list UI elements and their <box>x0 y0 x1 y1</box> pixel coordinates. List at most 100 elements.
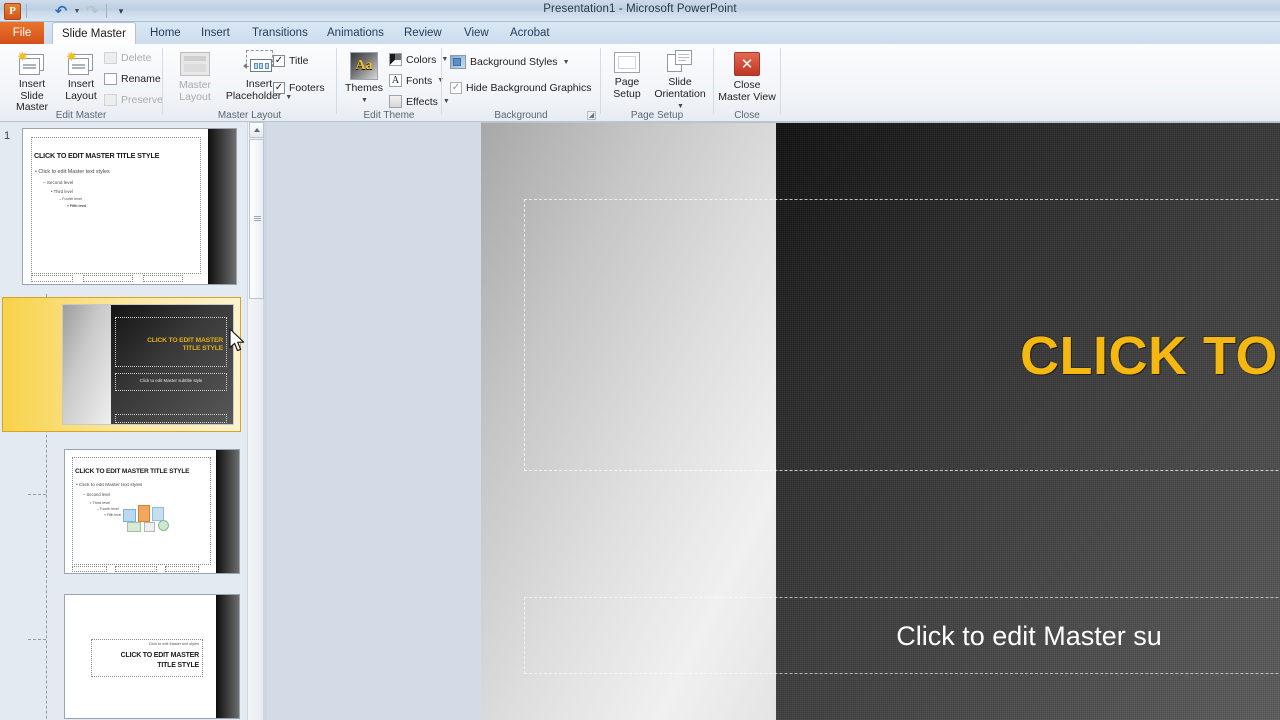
chart-icon <box>138 505 150 522</box>
tab-insert[interactable]: Insert <box>192 22 239 44</box>
thumbnail-card-2[interactable]: CLICK TO EDIT MASTER TITLE STYLE Click to… <box>62 304 234 425</box>
ribbon-group-close: ✕ Close Master View Close <box>714 44 780 122</box>
insert-placeholder-icon <box>242 50 276 76</box>
colors-label: Colors <box>406 53 437 66</box>
preserve-master-button[interactable]: Preserve <box>104 94 163 106</box>
subtitle-placeholder-text: Click to edit Master su <box>896 620 1162 651</box>
mini-bullet-4: – Fourth level <box>97 507 119 511</box>
title-placeholder-text: CLICK TO EDIT MATITLE <box>1020 326 1279 386</box>
rename-icon <box>104 73 117 85</box>
mini-title-text: CLICK TO EDIT MASTER TITLE STYLE <box>147 337 223 353</box>
scroll-up-button[interactable] <box>249 122 264 138</box>
thumbnail-card-4[interactable]: Click to edit Master text styles CLICK T… <box>64 594 240 719</box>
footers-checkbox[interactable]: ✓ Footers <box>273 82 325 94</box>
master-layout-icon <box>180 52 210 76</box>
page-setup-button[interactable]: Page Setup <box>607 52 647 100</box>
mini-dark-strip <box>216 450 239 573</box>
title-bar: P ↶ ▼ ↷ ▾ Presentation1 - Microsoft Powe… <box>0 0 1280 22</box>
title-placeholder[interactable]: CLICK TO EDIT MATITLE <box>524 199 1280 471</box>
insert-slide-master-button[interactable]: ✷ Insert Slide Master <box>6 50 58 114</box>
mini-subtitle-text: Click to edit Master subtitle style <box>139 378 203 383</box>
slide-canvas[interactable]: CLICK TO EDIT MATITLE Click to edit Mast… <box>481 122 1280 720</box>
tab-animations[interactable]: Animations <box>318 22 393 44</box>
fonts-icon: A <box>389 74 402 87</box>
checkbox-checked-icon: ✓ <box>450 82 462 94</box>
subtitle-placeholder[interactable]: Click to edit Master su <box>524 597 1280 674</box>
mini-bullet-2: – Second level <box>83 492 111 497</box>
scrollbar-grip-icon <box>254 216 261 222</box>
mini-bullet-2: – Second level <box>43 180 74 185</box>
title-checkbox[interactable]: ✓ Title <box>273 55 308 67</box>
mini-gradient-strip <box>63 305 111 424</box>
content-icons-cluster <box>123 505 175 533</box>
slide-orientation-button[interactable]: Slide Orientation ▼ <box>649 50 711 113</box>
theme-colors-button[interactable]: Colors ▼ <box>389 53 448 66</box>
table-icon <box>123 509 136 522</box>
slide-editor-area[interactable]: CLICK TO EDIT MATITLE Click to edit Mast… <box>267 122 1280 720</box>
thumbnail-title-and-content-layout[interactable]: CLICK TO EDIT MASTER TITLE STYLE • Click… <box>0 437 247 582</box>
slide-thumbnail-pane[interactable]: 1 CLICK TO EDIT MASTER TITLE STYLE • Cli… <box>0 122 247 720</box>
themes-button[interactable]: Aa Themes ▼ <box>342 52 386 106</box>
ribbon-group-master-layout: Master Layout Insert Placeholder ▼ ✓ Tit… <box>163 44 336 122</box>
page-setup-icon <box>614 52 640 73</box>
scrollbar-thumb[interactable] <box>249 139 264 299</box>
mini-bullet-1: • Click to edit Master text styles <box>35 169 110 175</box>
insert-slide-master-icon: ✷ <box>17 50 47 76</box>
mini-footer-left <box>31 275 73 282</box>
chevron-down-icon: ▼ <box>677 103 684 110</box>
thumbnail-slide-master[interactable]: 1 CLICK TO EDIT MASTER TITLE STYLE • Cli… <box>0 122 247 292</box>
thumbnail-pane-scrollbar[interactable] <box>247 122 264 720</box>
close-icon: ✕ <box>734 52 760 76</box>
mini-bullet-3: • Third level <box>51 189 73 194</box>
tab-file[interactable]: File <box>0 22 44 44</box>
group-label-edit-theme: Edit Theme <box>363 110 415 121</box>
mini-bullet-5: » Fifth level <box>104 513 122 517</box>
rename-master-button[interactable]: Rename <box>104 73 161 85</box>
mini-title-slide: CLICK TO EDIT MASTER TITLE STYLE Click to… <box>63 305 233 424</box>
delete-icon <box>104 52 117 64</box>
smartart-icon <box>152 507 164 521</box>
mini-title-text: CLICK TO EDIT MASTER TITLE STYLE <box>75 468 190 475</box>
background-styles-label: Background Styles <box>470 56 558 68</box>
delete-master-button[interactable]: Delete <box>104 52 151 64</box>
tab-transitions[interactable]: Transitions <box>243 22 317 44</box>
tab-slide-master[interactable]: Slide Master <box>52 22 136 45</box>
thumbnail-card-3[interactable]: CLICK TO EDIT MASTER TITLE STYLE • Click… <box>64 449 240 574</box>
colors-icon <box>389 53 402 66</box>
insert-layout-button[interactable]: ✷ Insert Layout <box>60 50 102 102</box>
ribbon: ✷ Insert Slide Master ✷ Insert Layout De… <box>0 44 1280 122</box>
master-layout-button[interactable]: Master Layout <box>171 52 219 103</box>
close-master-view-button[interactable]: ✕ Close Master View <box>714 52 780 103</box>
rename-label: Rename <box>121 73 161 85</box>
group-separator-6 <box>780 48 781 114</box>
effects-icon <box>389 95 402 108</box>
mini-footer-right <box>143 275 183 282</box>
tab-home[interactable]: Home <box>141 22 190 44</box>
thumbnail-section-header-layout[interactable]: Click to edit Master text styles CLICK T… <box>0 582 247 720</box>
insert-layout-label-2: Layout <box>65 89 97 102</box>
themes-icon: Aa <box>350 52 378 80</box>
hide-background-graphics-checkbox[interactable]: ✓ Hide Background Graphics <box>450 82 591 94</box>
slide-orientation-icon <box>667 50 693 74</box>
close-master-label-2: Master View <box>718 90 776 103</box>
thumbnail-card-1[interactable]: CLICK TO EDIT MASTER TITLE STYLE • Click… <box>22 128 237 285</box>
theme-fonts-button[interactable]: A Fonts ▼ <box>389 74 444 87</box>
close-master-label-1: Close <box>733 79 761 91</box>
master-layout-label-2: Layout <box>179 90 211 103</box>
ribbon-tab-strip: File Slide Master Home Insert Transition… <box>0 22 1280 45</box>
clipart-icon <box>144 522 155 532</box>
background-styles-icon <box>450 55 466 69</box>
tab-acrobat[interactable]: Acrobat <box>501 22 559 44</box>
mouse-cursor <box>229 328 245 352</box>
background-styles-button[interactable]: Background Styles ▼ <box>450 55 570 69</box>
mini-title-text: CLICK TO EDIT MASTER TITLE STYLE <box>34 151 160 160</box>
tab-review[interactable]: Review <box>395 22 451 44</box>
preserve-label: Preserve <box>121 94 164 106</box>
scroll-up-arrow-icon <box>253 128 260 132</box>
mini-dark-strip <box>208 129 236 284</box>
ribbon-group-background: Background Styles ▼ ✓ Hide Background Gr… <box>442 44 600 122</box>
tab-view[interactable]: View <box>455 22 498 44</box>
ribbon-group-edit-theme: Aa Themes ▼ Colors ▼ A Fonts ▼ Effects ▼… <box>337 44 450 122</box>
thumbnail-title-slide-layout[interactable]: CLICK TO EDIT MASTER TITLE STYLE Click to… <box>0 292 247 437</box>
chevron-down-icon: ▼ <box>562 58 570 66</box>
